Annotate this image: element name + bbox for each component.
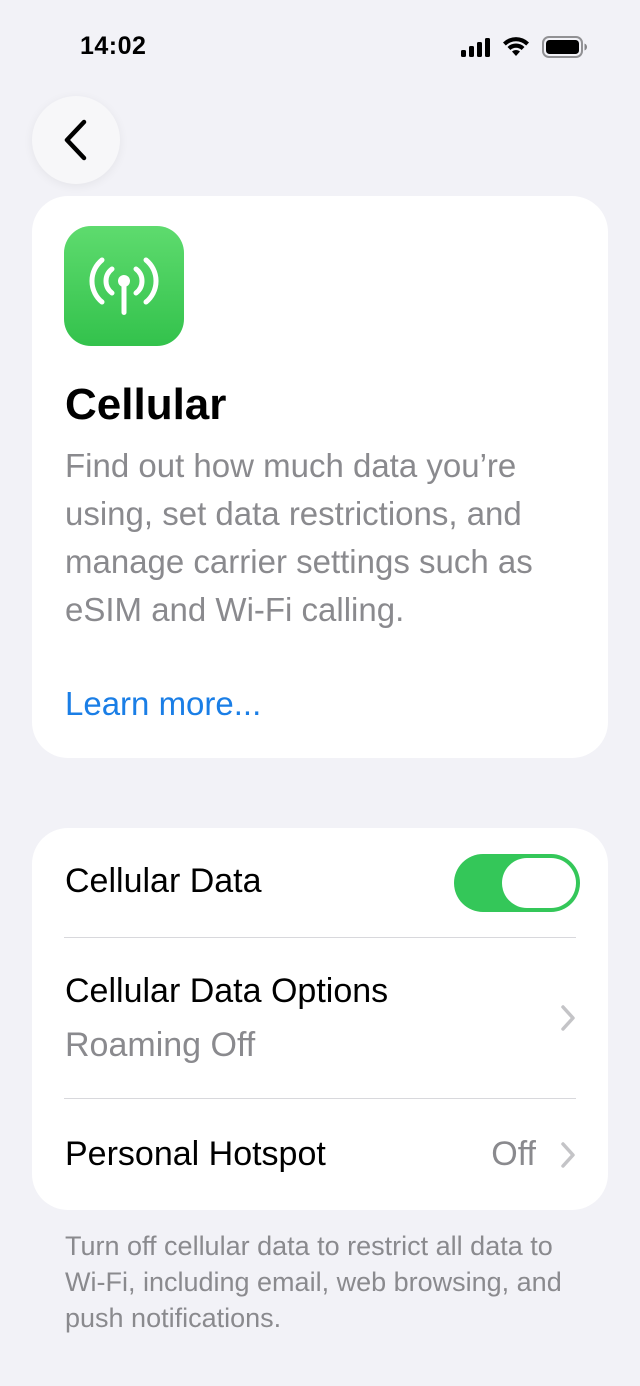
- toggle-knob: [502, 858, 576, 908]
- settings-card: Cellular Data Cellular Data Options Roam…: [32, 828, 608, 1210]
- cellular-data-options-label: Cellular Data Options: [65, 972, 389, 1010]
- status-time: 14:02: [80, 32, 147, 60]
- cellular-app-icon: [64, 226, 184, 346]
- chevron-right-icon: [561, 1005, 575, 1031]
- cellular-data-row: Cellular Data: [32, 828, 608, 938]
- cellular-signal-icon: [461, 37, 490, 57]
- chevron-right-icon: [561, 1142, 575, 1168]
- page-title: Cellular: [65, 380, 227, 429]
- personal-hotspot-row[interactable]: Personal Hotspot Off: [32, 1099, 608, 1210]
- personal-hotspot-value: Off: [491, 1135, 536, 1173]
- status-bar: 14:02: [0, 0, 640, 90]
- back-button[interactable]: [32, 96, 120, 184]
- cellular-data-options-row[interactable]: Cellular Data Options Roaming Off: [32, 938, 608, 1098]
- roaming-status: Roaming Off: [65, 1026, 256, 1064]
- chevron-left-icon: [64, 119, 87, 161]
- info-description: Find out how much data you’re using, set…: [65, 447, 533, 628]
- personal-hotspot-label: Personal Hotspot: [65, 1135, 326, 1173]
- battery-icon: [542, 36, 587, 58]
- cellular-data-label: Cellular Data: [65, 862, 262, 900]
- cellular-antenna-icon: [89, 257, 159, 315]
- info-card: Cellular Find out how much data you’re u…: [32, 196, 608, 758]
- cellular-data-toggle[interactable]: [454, 854, 580, 912]
- cellular-data-footnote: Turn off cellular data to restrict all d…: [65, 1231, 562, 1333]
- status-icons: [461, 36, 588, 58]
- wifi-icon: [503, 37, 529, 56]
- learn-more-link[interactable]: Learn more...: [65, 682, 261, 726]
- cellular-settings-screen: 14:02 Cellular Find out how much data yo…: [0, 0, 640, 1386]
